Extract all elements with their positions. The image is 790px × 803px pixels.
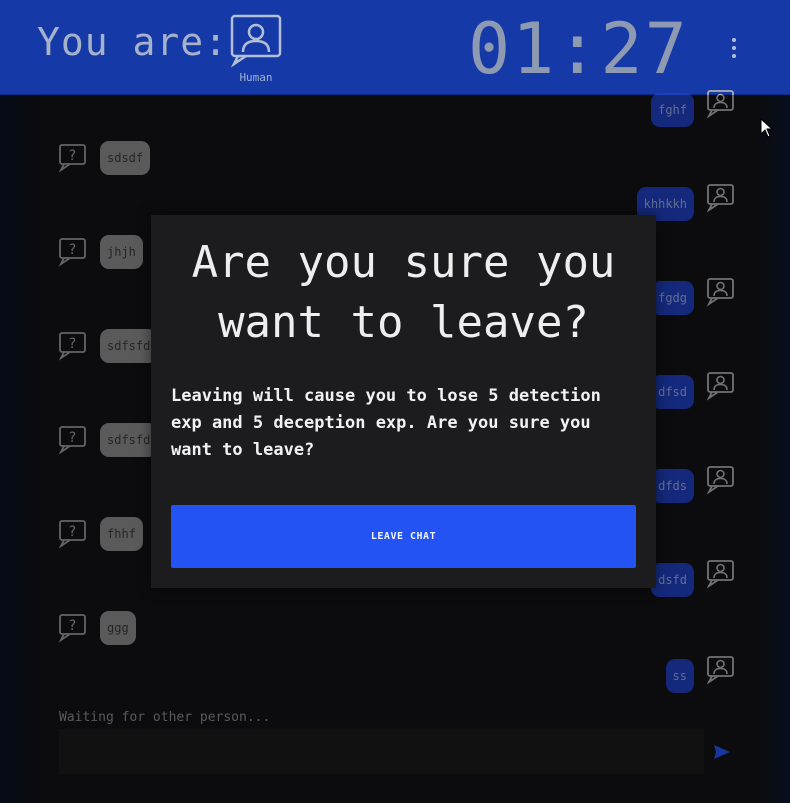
role-indicator: Human <box>226 12 286 92</box>
you-are-label: You are: <box>37 20 229 64</box>
mouse-cursor-icon <box>760 118 774 138</box>
role-label: Human <box>239 71 273 84</box>
person-icon <box>230 14 282 68</box>
leave-chat-button[interactable]: LEAVE CHAT <box>171 505 636 568</box>
dialog-message: Leaving will cause you to lose 5 detecti… <box>171 386 601 460</box>
countdown-timer: 01:27 <box>468 8 689 90</box>
top-bar: You are: Human 01:27 <box>0 0 790 95</box>
dialog-title: Are you sure you want to leave? <box>191 237 616 348</box>
kebab-menu-icon[interactable] <box>726 38 742 60</box>
leave-confirmation-dialog: Are you sure you want to leave? Leaving … <box>151 215 656 588</box>
